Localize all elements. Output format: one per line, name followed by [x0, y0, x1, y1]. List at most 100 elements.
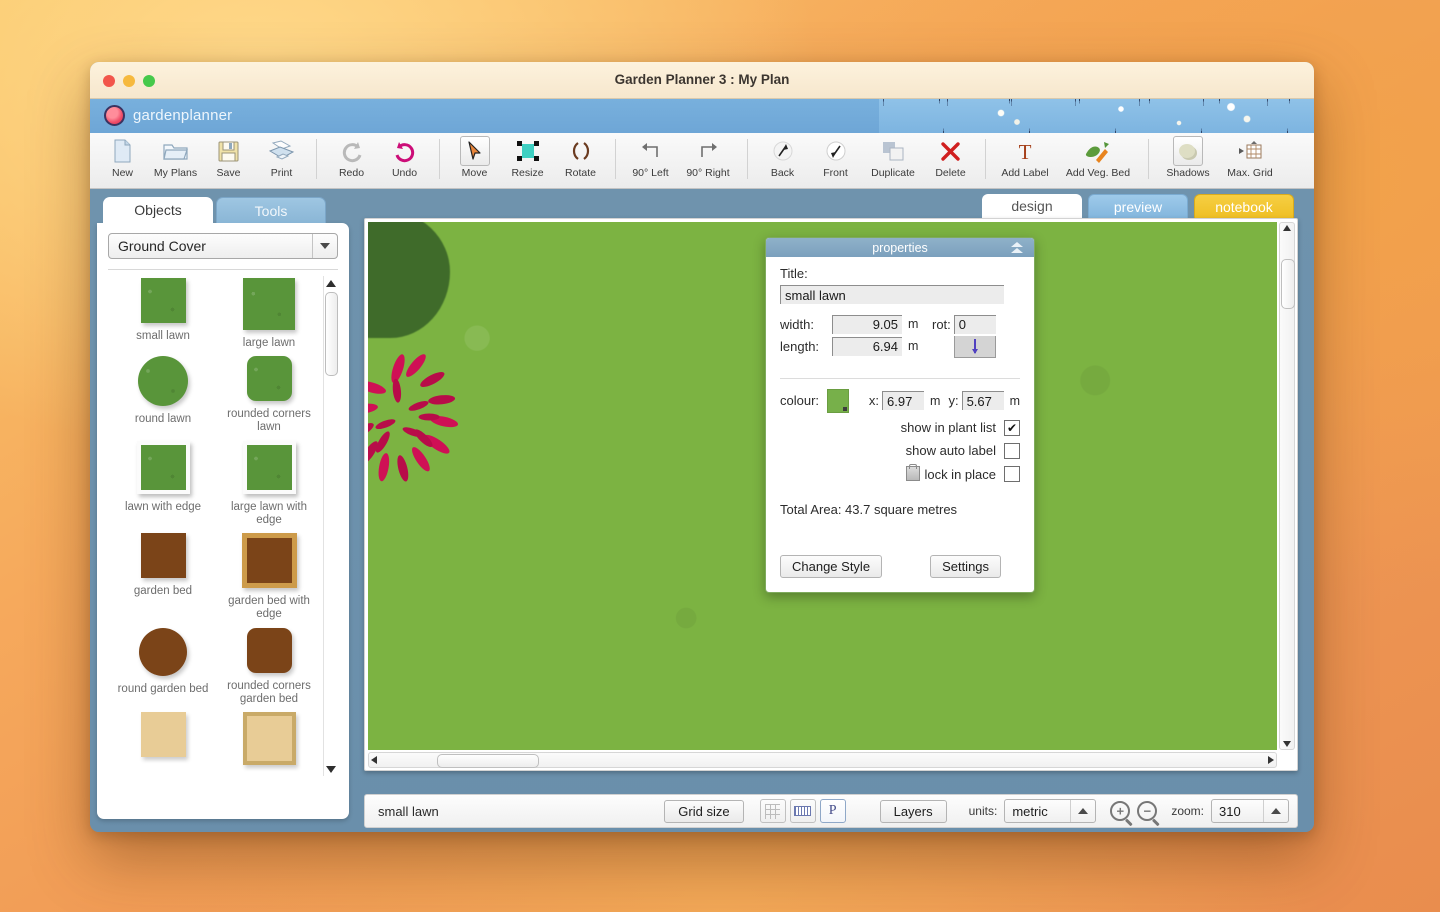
- scroll-up-icon[interactable]: [324, 276, 338, 290]
- bush-shape[interactable]: [368, 222, 450, 338]
- resize-tool-button[interactable]: Resize: [501, 133, 554, 188]
- rounded-corners-garden-bed-swatch[interactable]: [246, 627, 292, 673]
- add-label-button[interactable]: T Add Label: [994, 133, 1056, 188]
- grid-toggle-button[interactable]: [759, 799, 786, 823]
- list-item[interactable]: large lawn with edge: [218, 440, 320, 533]
- garden-bed-swatch[interactable]: [140, 533, 186, 579]
- scroll-down-icon[interactable]: [324, 762, 338, 776]
- scroll-down-icon[interactable]: [1283, 741, 1291, 747]
- scrollbar-thumb[interactable]: [437, 754, 539, 768]
- canvas-vertical-scrollbar[interactable]: [1279, 222, 1295, 750]
- show-auto-label-checkbox[interactable]: [1004, 442, 1020, 459]
- grid-size-button[interactable]: Grid size: [664, 799, 744, 823]
- zoom-window-button[interactable]: [143, 75, 155, 87]
- round-lawn-swatch[interactable]: [138, 356, 188, 407]
- ruler-toggle-button[interactable]: [789, 799, 816, 823]
- list-item[interactable]: small lawn: [112, 278, 214, 356]
- app-banner: gardenplanner: [90, 99, 1314, 133]
- flower-petal: [403, 351, 429, 380]
- zoom-in-button[interactable]: +: [1110, 801, 1131, 821]
- list-item-label: garden bed with edge: [228, 595, 310, 621]
- bring-front-button[interactable]: Front: [809, 133, 862, 188]
- garden-bed-with-edge-swatch[interactable]: [241, 533, 297, 589]
- rotate-90-left-button[interactable]: 90° Left: [624, 133, 677, 188]
- shadows-toggle-button[interactable]: Shadows: [1157, 133, 1219, 188]
- delete-button[interactable]: Delete: [924, 133, 977, 188]
- rotate-tool-button[interactable]: Rotate: [554, 133, 607, 188]
- redo-button[interactable]: Redo: [325, 133, 378, 188]
- move-tool-button[interactable]: Move: [448, 133, 501, 188]
- list-item[interactable]: round garden bed: [112, 627, 214, 712]
- list-item[interactable]: [218, 711, 320, 778]
- new-button[interactable]: New: [96, 133, 149, 188]
- ruler-icon: [794, 806, 812, 816]
- properties-panel: properties Title: width: m: [765, 237, 1035, 593]
- max-grid-button[interactable]: Max. Grid: [1219, 133, 1281, 188]
- undo-button[interactable]: Undo: [378, 133, 431, 188]
- add-veg-bed-button[interactable]: Add Veg. Bed: [1056, 133, 1140, 188]
- x-input[interactable]: [882, 391, 925, 410]
- sand-swatch[interactable]: [140, 711, 186, 757]
- small-lawn-swatch[interactable]: [140, 278, 186, 323]
- list-item[interactable]: rounded corners lawn: [218, 356, 320, 440]
- rotate-90-right-button[interactable]: 90° Right: [677, 133, 739, 188]
- width-input[interactable]: [832, 314, 902, 334]
- print-button[interactable]: Print: [255, 133, 308, 188]
- list-item[interactable]: [112, 711, 214, 778]
- rounded-corners-lawn-swatch[interactable]: [246, 356, 292, 402]
- scroll-right-icon[interactable]: [1268, 756, 1274, 764]
- scrollbar-thumb[interactable]: [1281, 259, 1295, 309]
- my-plans-button[interactable]: My Plans: [149, 133, 202, 188]
- units-stepper-icon[interactable]: [1070, 800, 1095, 822]
- layers-button[interactable]: Layers: [879, 799, 947, 823]
- plant-labels-toggle-button[interactable]: P: [819, 799, 846, 823]
- list-item[interactable]: garden bed with edge: [218, 533, 320, 627]
- tab-notebook[interactable]: notebook: [1194, 194, 1294, 218]
- list-item[interactable]: round lawn: [112, 356, 214, 440]
- sand-with-edge-swatch[interactable]: [242, 711, 296, 765]
- red-flower-plant[interactable]: [368, 351, 460, 483]
- round-garden-bed-swatch[interactable]: [139, 627, 187, 676]
- large-lawn-swatch[interactable]: [243, 278, 295, 330]
- settings-button[interactable]: Settings: [930, 554, 1002, 578]
- length-input[interactable]: [832, 336, 902, 356]
- chevron-down-icon[interactable]: [312, 234, 337, 258]
- zoom-out-button[interactable]: −: [1137, 801, 1158, 821]
- collapse-chevron-icon[interactable]: [1008, 240, 1026, 255]
- duplicate-button[interactable]: Duplicate: [862, 133, 924, 188]
- units-select[interactable]: metric: [1004, 799, 1097, 823]
- tab-preview[interactable]: preview: [1088, 194, 1188, 218]
- show-in-plant-list-checkbox[interactable]: ✔: [1004, 419, 1020, 436]
- tab-design[interactable]: design: [982, 194, 1082, 218]
- list-item[interactable]: lawn with edge: [112, 440, 214, 533]
- scroll-up-icon[interactable]: [1283, 225, 1291, 231]
- scroll-left-icon[interactable]: [371, 756, 377, 764]
- list-item[interactable]: large lawn: [218, 278, 320, 356]
- rotation-dial[interactable]: [954, 335, 996, 358]
- rot-input[interactable]: [953, 314, 996, 334]
- title-input[interactable]: [780, 285, 1004, 304]
- tab-tools[interactable]: Tools: [216, 197, 326, 223]
- y-input[interactable]: [961, 391, 1004, 410]
- canvas-horizontal-scrollbar[interactable]: [368, 752, 1277, 768]
- send-back-button[interactable]: Back: [756, 133, 809, 188]
- large-lawn-with-edge-swatch[interactable]: [242, 440, 296, 494]
- tab-objects[interactable]: Objects: [103, 197, 213, 223]
- lawn-with-edge-swatch[interactable]: [136, 440, 190, 494]
- zoom-value: 310: [1219, 803, 1241, 819]
- change-style-button[interactable]: Change Style: [780, 554, 883, 578]
- scrollbar-thumb[interactable]: [325, 292, 338, 376]
- object-list-scrollbar[interactable]: [323, 276, 338, 776]
- minimize-window-button[interactable]: [123, 75, 135, 87]
- close-window-button[interactable]: [103, 75, 115, 87]
- zoom-select[interactable]: 310: [1211, 799, 1289, 823]
- toolbar-group-history: Redo Undo: [325, 133, 431, 188]
- list-item[interactable]: rounded corners garden bed: [218, 627, 320, 712]
- lock-in-place-checkbox[interactable]: [1004, 465, 1020, 482]
- zoom-stepper-icon[interactable]: [1263, 800, 1288, 822]
- properties-panel-header[interactable]: properties: [766, 238, 1034, 257]
- category-select[interactable]: Ground Cover: [108, 233, 338, 259]
- colour-swatch[interactable]: [827, 388, 849, 413]
- list-item[interactable]: garden bed: [112, 533, 214, 627]
- save-button[interactable]: Save: [202, 133, 255, 188]
